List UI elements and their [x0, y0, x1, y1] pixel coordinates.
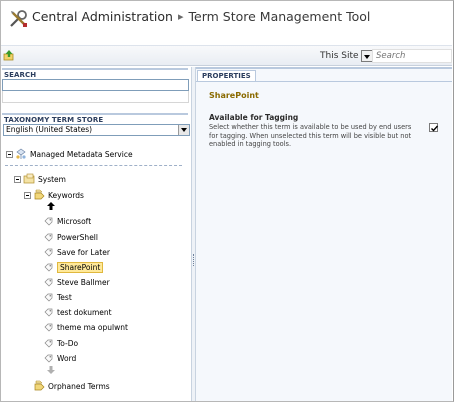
orphaned-termset-icon — [34, 380, 45, 391]
list-item[interactable]: Steve Ballmer — [44, 278, 110, 287]
breadcrumb-central-admin[interactable]: Central Administration — [32, 9, 173, 24]
tree-node-label: Orphaned Terms — [48, 381, 110, 391]
available-for-tagging-label: Available for Tagging — [209, 113, 299, 122]
breadcrumb-current: Term Store Management Tool — [188, 9, 371, 24]
tag-icon — [44, 293, 53, 302]
collapse-icon[interactable] — [24, 191, 31, 199]
collapse-icon[interactable] — [14, 175, 21, 183]
term-label: PowerShell — [57, 233, 98, 242]
up-level-icon[interactable] — [3, 49, 15, 61]
collapse-icon[interactable] — [6, 150, 13, 158]
term-label: Test — [57, 293, 72, 302]
term-label: Word — [57, 354, 77, 363]
tag-icon — [44, 354, 53, 363]
tools-icon — [10, 10, 27, 27]
tree-node-system[interactable]: System — [14, 173, 66, 185]
list-item-selected[interactable]: SharePoint — [44, 262, 104, 273]
splitter-grip-icon[interactable] — [193, 254, 195, 266]
chevron-down-icon[interactable] — [360, 50, 373, 62]
list-item[interactable]: To-Do — [44, 339, 78, 348]
tree-divider — [5, 165, 182, 166]
tree-node-label: Managed Metadata Service — [30, 149, 133, 159]
term-label: Steve Ballmer — [57, 278, 110, 287]
tag-icon — [44, 308, 53, 317]
tree-node-root[interactable]: Managed Metadata Service — [6, 148, 133, 160]
term-label: theme ma opulwnt — [57, 323, 128, 332]
breadcrumb-separator: ▸ — [177, 10, 184, 23]
chevron-down-icon[interactable] — [178, 125, 189, 135]
toolbar: This Site — [1, 45, 452, 66]
tag-icon — [44, 278, 53, 287]
term-title: SharePoint — [209, 91, 259, 100]
taxonomy-heading: TAXONOMY TERM STORE — [2, 113, 188, 124]
check-icon — [431, 125, 439, 132]
list-item[interactable]: PowerShell — [44, 233, 98, 242]
tag-icon — [44, 217, 53, 226]
tag-icon — [44, 233, 53, 242]
tag-icon — [44, 263, 53, 272]
language-value: English (United States) — [6, 125, 93, 134]
list-item[interactable]: theme ma opulwnt — [44, 323, 128, 332]
page-header: Central Administration ▸ Term Store Mana… — [1, 1, 452, 45]
language-select[interactable]: English (United States) — [3, 124, 190, 136]
term-label: test dokument — [57, 308, 112, 317]
available-for-tagging-description: Select whether this term is available to… — [209, 123, 412, 148]
tree-node-orphaned[interactable]: Orphaned Terms — [33, 380, 110, 392]
metadata-service-icon — [16, 148, 26, 159]
tab-divider — [196, 81, 452, 82]
search-scope-select[interactable]: This Site — [320, 49, 373, 63]
tab-properties[interactable]: PROPERTIES — [197, 70, 256, 81]
list-item[interactable]: Microsoft — [44, 217, 91, 226]
system-group-icon — [23, 173, 35, 184]
list-item[interactable]: test dokument — [44, 308, 112, 317]
page-title: Central Administration ▸ Term Store Mana… — [32, 9, 370, 24]
search-scope-label: This Site — [320, 51, 359, 61]
tag-icon — [44, 339, 53, 348]
site-search-input[interactable] — [372, 49, 452, 63]
search-heading: SEARCH — [2, 68, 188, 79]
term-label-selected: SharePoint — [57, 262, 104, 273]
search-results-area — [2, 91, 189, 103]
tree-node-label: System — [38, 174, 66, 184]
list-item[interactable]: Test — [44, 293, 72, 302]
tree-node-label: Keywords — [48, 190, 84, 200]
properties-pane: PROPERTIES SharePoint Available for Tagg… — [196, 67, 452, 401]
scroll-up-arrow-icon[interactable] — [47, 202, 55, 210]
tag-icon — [44, 248, 53, 257]
term-label: Microsoft — [57, 217, 92, 226]
tag-icon — [44, 323, 53, 332]
scroll-down-arrow-icon[interactable] — [47, 366, 55, 374]
term-label: Save for Later — [57, 248, 110, 257]
term-label: To-Do — [57, 339, 79, 348]
tree-node-keywords[interactable]: Keywords — [24, 189, 84, 201]
list-item[interactable]: Save for Later — [44, 248, 110, 257]
list-item[interactable]: Word — [44, 354, 76, 363]
keywords-termset-icon — [34, 189, 45, 200]
term-search-input[interactable] — [2, 79, 189, 91]
available-for-tagging-checkbox[interactable] — [429, 123, 439, 132]
